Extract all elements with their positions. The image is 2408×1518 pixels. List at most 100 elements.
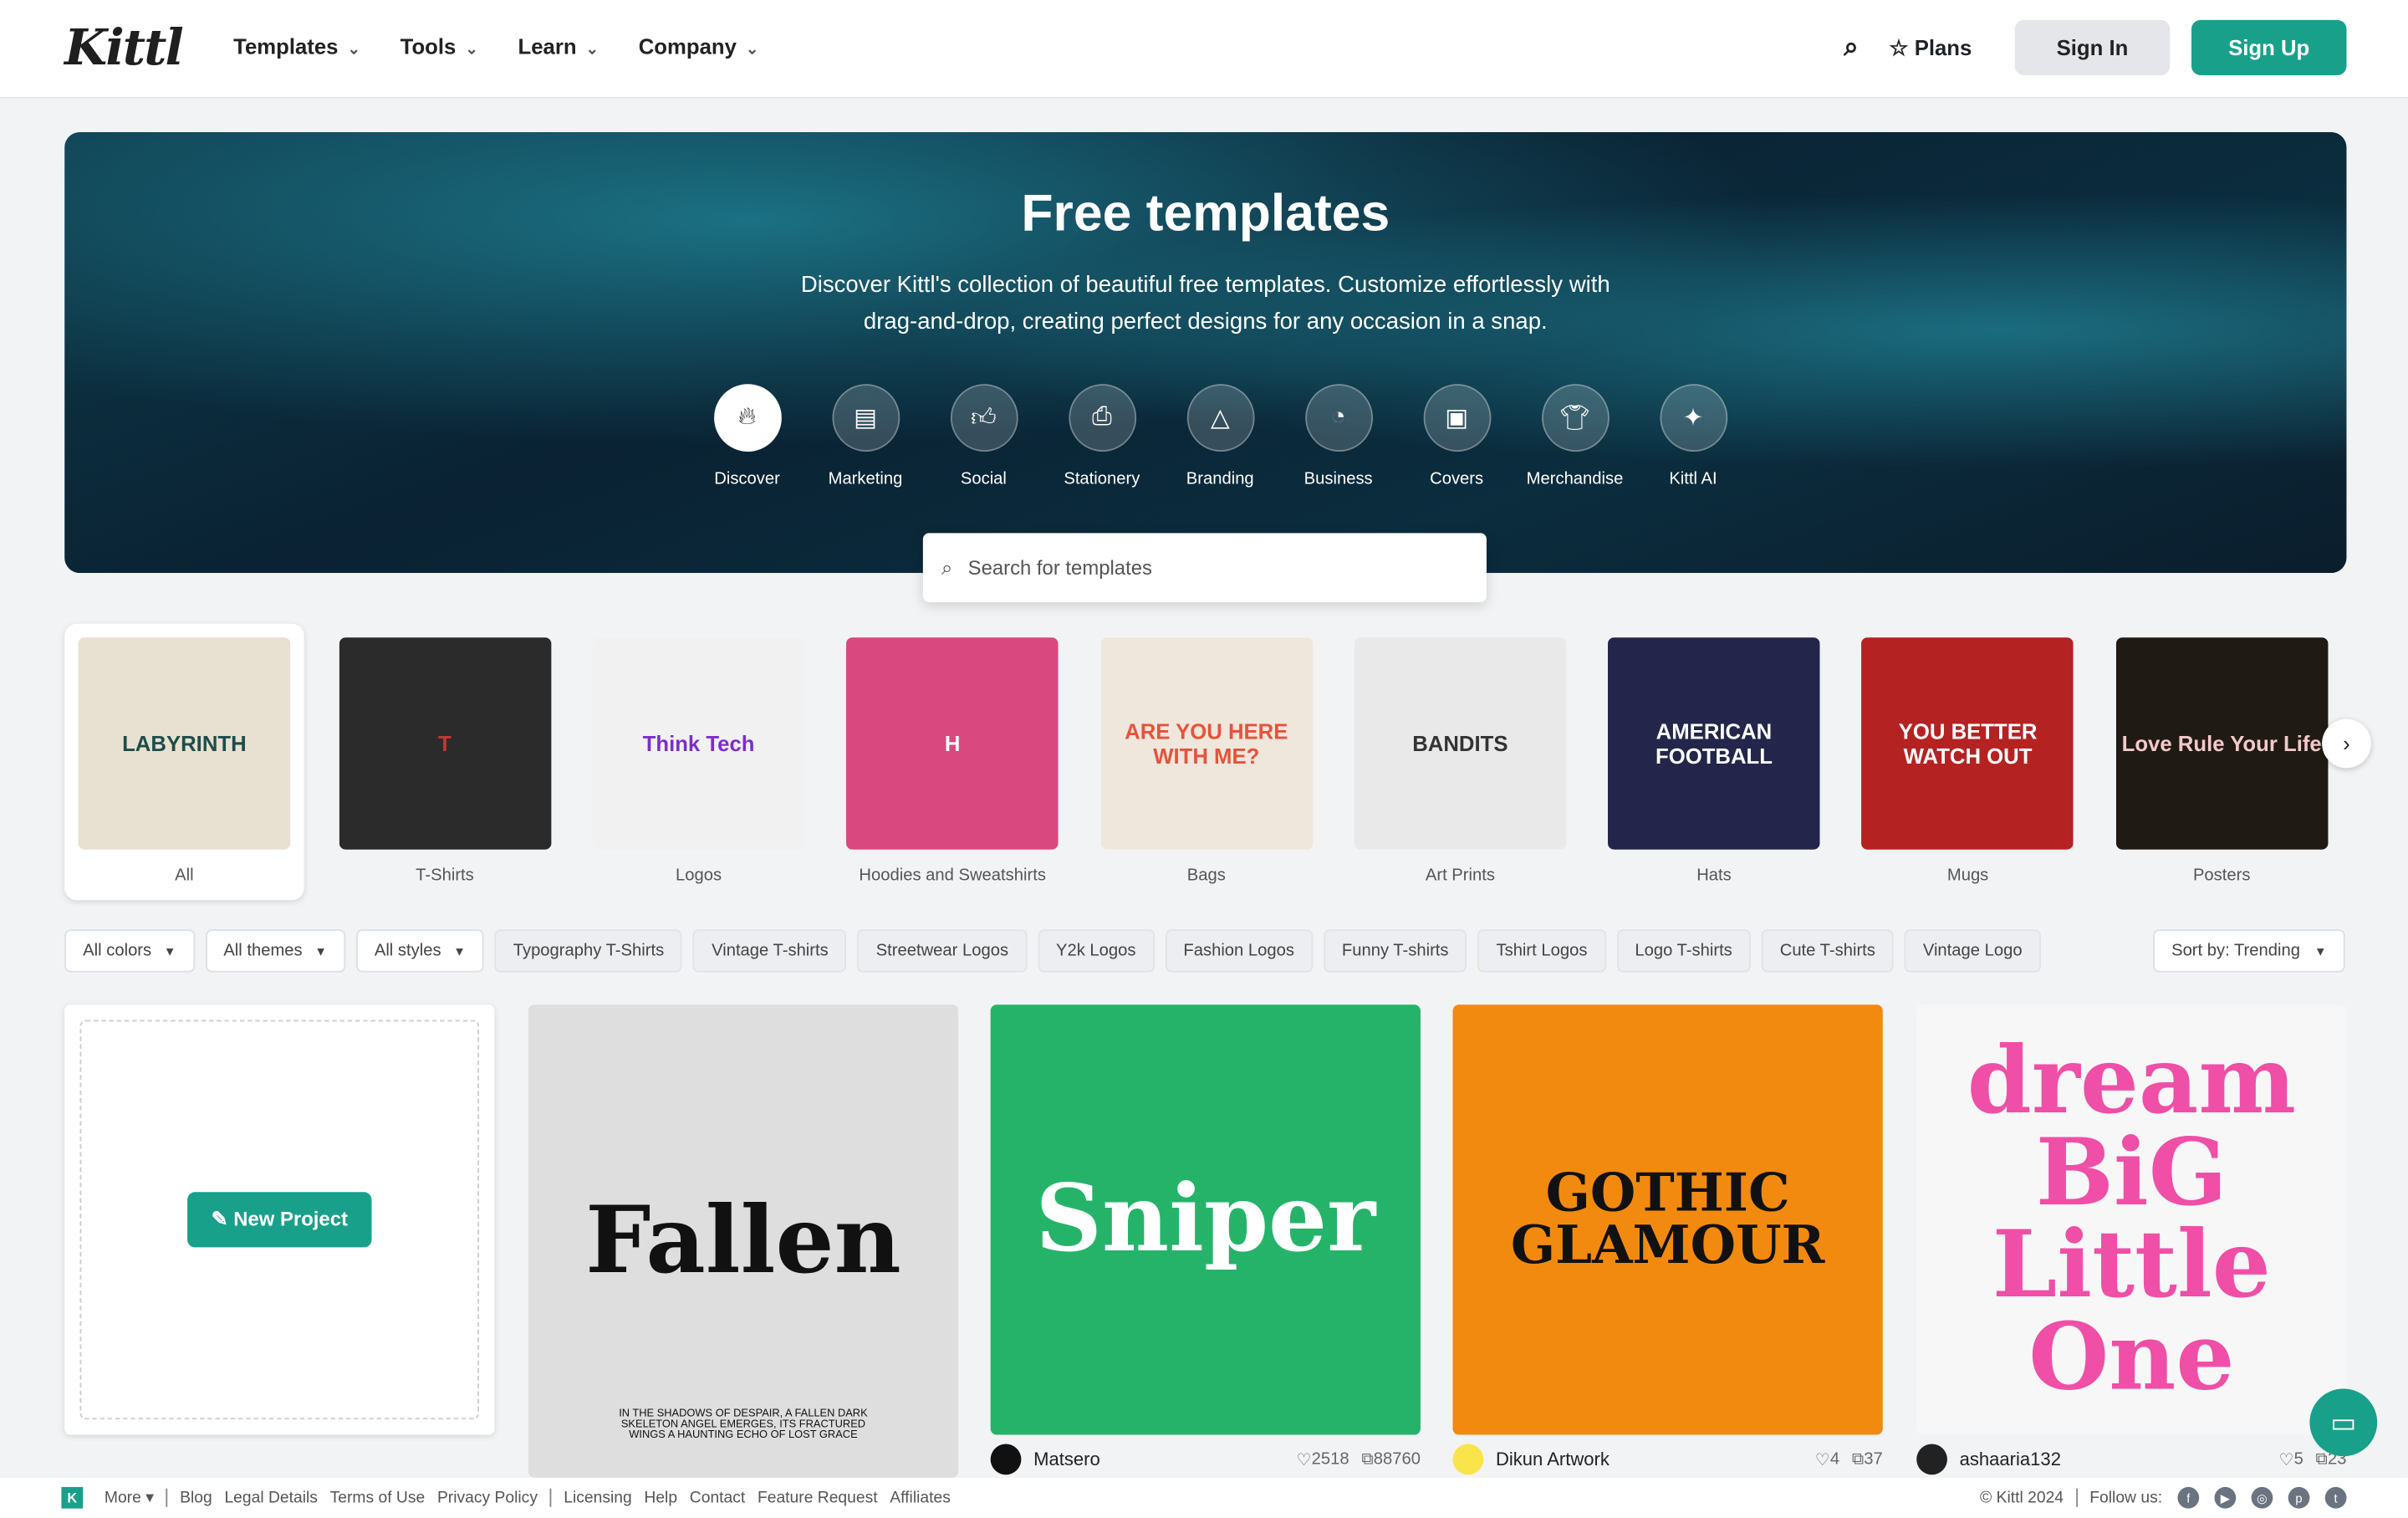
instagram-icon[interactable]: ◎ — [2251, 1486, 2273, 1509]
divider — [549, 1488, 552, 1507]
footer-link[interactable]: Blog — [180, 1489, 212, 1507]
shapes-icon: △ — [1186, 384, 1254, 452]
copy-icon: ⧉ — [2315, 1449, 2328, 1468]
sort-label: Sort by: Trending — [2171, 941, 2300, 960]
author-name[interactable]: Dikun Artwork — [1496, 1449, 1815, 1470]
avatar[interactable] — [1452, 1444, 1484, 1475]
filter-tag[interactable]: Streetwear Logos — [857, 929, 1028, 973]
filter-tag[interactable]: Funny T-shirts — [1323, 929, 1467, 973]
product-category-mugs[interactable]: YOU BETTER WATCH OUT Mugs — [1841, 624, 2095, 901]
template-search-input[interactable]: ⌕ Search for templates — [922, 533, 1487, 602]
filter-tag[interactable]: Y2k Logos — [1037, 929, 1155, 973]
t-shirt-icon: 👕︎ — [1541, 384, 1609, 452]
sign-in-button[interactable]: Sign In — [2014, 19, 2171, 75]
category-branding[interactable]: △ Branding — [1161, 384, 1279, 488]
heart-icon[interactable]: ♡ — [2278, 1449, 2293, 1469]
footer-link[interactable]: Feature Request — [758, 1489, 878, 1507]
product-label: Hats — [1696, 866, 1732, 885]
category-social[interactable]: 👍︎ Social — [925, 384, 1043, 488]
thumbnail-art: LABYRINTH — [122, 731, 247, 756]
thumbnail-art: AMERICAN FOOTBALL — [1655, 718, 1773, 769]
filter-tag[interactable]: Vintage Logo — [1904, 929, 2041, 973]
product-category-hoodies-and-sweatshirts[interactable]: H Hoodies and Sweatshirts — [825, 624, 1079, 901]
footer-link[interactable]: Contact — [690, 1489, 745, 1507]
nav-learn[interactable]: Learn ⌄ — [518, 33, 599, 58]
product-carousel: LABYRINTH All T T-Shirts Think Tech Logos H Hoo… — [64, 623, 2349, 901]
filter-tag[interactable]: Typography T-Shirts — [494, 929, 683, 973]
template-card[interactable]: GOTHIC GLAMOUR — [1452, 1004, 1883, 1435]
category-merchandise[interactable]: 👕︎ Merchandise — [1516, 384, 1634, 488]
avatar[interactable] — [1916, 1444, 1947, 1475]
footer-more[interactable]: More ▾ — [105, 1489, 154, 1507]
category-business[interactable]: ◔ Business — [1279, 384, 1397, 488]
product-category-posters[interactable]: Love Rule Your Life Posters — [2094, 624, 2349, 901]
kittl-mini-logo[interactable]: K — [61, 1486, 84, 1509]
author-name[interactable]: ashaaria132 — [1960, 1449, 2279, 1470]
template-card[interactable]: dream BiG Little One — [1916, 1004, 2347, 1435]
category-covers[interactable]: ▣ Covers — [1397, 384, 1515, 488]
template-card[interactable]: Fallen IN THE SHADOWS OF DESPAIR, A FALLE… — [528, 1004, 959, 1478]
product-category-logos[interactable]: Think Tech Logos — [572, 624, 826, 901]
nav-label: Tools — [400, 33, 457, 59]
product-label: All — [175, 866, 194, 885]
filter-tag[interactable]: Cute T-shirts — [1761, 929, 1894, 973]
thumbnail-art: YOU BETTER WATCH OUT — [1898, 718, 2038, 769]
filter-tag[interactable]: Tshirt Logos — [1477, 929, 1606, 973]
sort-dropdown[interactable]: Sort by: Trending ▼ — [2153, 929, 2345, 973]
footer-link[interactable]: Terms of Use — [330, 1489, 426, 1507]
filter-dropdown[interactable]: All themes ▼ — [205, 929, 345, 973]
new-project-button[interactable]: ✎ New Project — [186, 1192, 373, 1248]
filter-dropdown[interactable]: All colors ▼ — [64, 929, 195, 973]
product-label: Posters — [2192, 866, 2251, 885]
footer-link[interactable]: Help — [644, 1489, 677, 1507]
product-label: T-Shirts — [416, 866, 474, 885]
youtube-icon[interactable]: ▶ — [2214, 1486, 2237, 1509]
filter-tag[interactable]: Fashion Logos — [1165, 929, 1314, 973]
footer-link[interactable]: Licensing — [564, 1489, 632, 1507]
heart-icon[interactable]: ♡ — [1815, 1449, 1830, 1469]
thumbnail-art: H — [944, 731, 961, 756]
nav-tools[interactable]: Tools ⌄ — [400, 33, 478, 58]
template-meta: Matsero ♡ 2518 ⧉ 88760 — [990, 1444, 1421, 1475]
template-card[interactable]: Sniper — [990, 1004, 1421, 1435]
product-category-t-shirts[interactable]: T T-Shirts — [318, 624, 572, 901]
avatar[interactable] — [990, 1444, 1022, 1475]
new-project-card[interactable]: ✎ New Project — [64, 1004, 495, 1435]
twitter-icon[interactable]: t — [2324, 1486, 2347, 1509]
facebook-icon[interactable]: f — [2177, 1486, 2200, 1509]
chevron-down-icon: ⌄ — [347, 41, 360, 59]
filter-tag[interactable]: Logo T-shirts — [1616, 929, 1751, 973]
product-thumbnail: Love Rule Your Life — [2115, 637, 2328, 850]
filter-tag[interactable]: Vintage T-shirts — [693, 929, 847, 973]
plans-link[interactable]: ☆ Plans — [1889, 34, 1972, 60]
product-category-bags[interactable]: ARE YOU HERE WITH ME? Bags — [1079, 624, 1334, 901]
category-discover[interactable]: 🔥︎ Discover — [688, 384, 806, 488]
chevron-down-icon: ⌄ — [745, 41, 759, 59]
heart-icon[interactable]: ♡ — [1297, 1449, 1312, 1469]
footer-link[interactable]: Affiliates — [890, 1489, 951, 1507]
product-category-art-prints[interactable]: BANDITS Art Prints — [1334, 624, 1588, 901]
product-thumbnail: H — [846, 637, 1059, 850]
filter-dropdown[interactable]: All styles ▼ — [355, 929, 484, 973]
product-category-hats[interactable]: AMERICAN FOOTBALL Hats — [1587, 624, 1841, 901]
carousel-next-button[interactable]: › — [2322, 718, 2371, 769]
category-kittl-ai[interactable]: ✦ Kittl AI — [1634, 384, 1752, 488]
product-thumbnail: AMERICAN FOOTBALL — [1608, 637, 1820, 850]
sign-up-button[interactable]: Sign Up — [2191, 19, 2347, 75]
category-stationery[interactable]: ⎙ Stationery — [1043, 384, 1161, 488]
category-marketing[interactable]: ▤ Marketing — [806, 384, 924, 488]
caret-down-icon: ▼ — [314, 943, 327, 958]
nav-templates[interactable]: Templates ⌄ — [233, 33, 360, 58]
follow-us-label: Follow us: — [2089, 1488, 2163, 1507]
nav-company[interactable]: Company ⌄ — [639, 33, 759, 58]
product-category-all[interactable]: LABYRINTH All — [64, 623, 304, 901]
chat-support-button[interactable]: ▭ — [2309, 1388, 2378, 1457]
pinterest-icon[interactable]: p — [2288, 1486, 2310, 1509]
kittl-logo[interactable]: Kittl — [64, 18, 184, 77]
footer-link[interactable]: Legal Details — [224, 1489, 317, 1507]
category-tabs: 🔥︎ Discover ▤ Marketing 👍︎ Social ⎙ Stationery △… — [688, 384, 1752, 488]
author-name[interactable]: Matsero — [1033, 1449, 1296, 1470]
filter-label: All styles — [374, 941, 441, 960]
footer-link[interactable]: Privacy Policy — [437, 1489, 538, 1507]
search-icon[interactable]: ⌕ — [1844, 33, 1859, 64]
